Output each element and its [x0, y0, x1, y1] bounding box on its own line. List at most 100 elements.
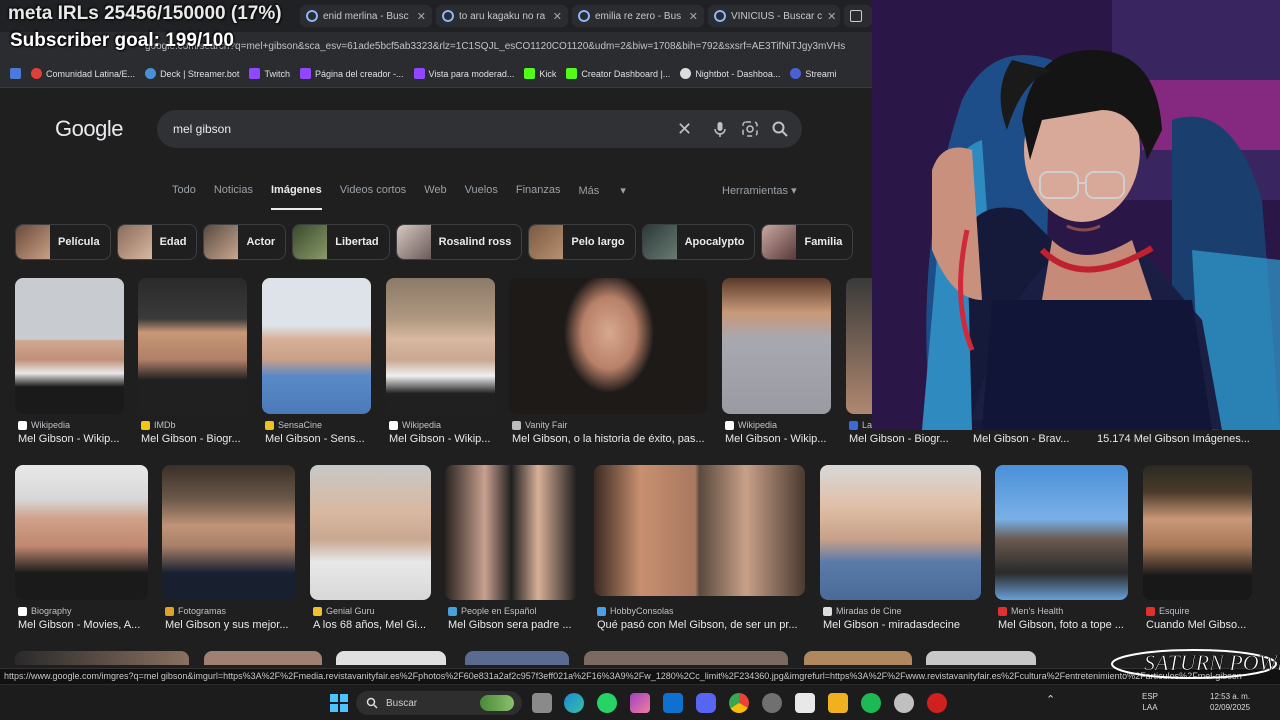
tab-finanzas[interactable]: Finanzas — [516, 184, 561, 210]
result-title[interactable]: Cuando Mel Gibso... — [1146, 619, 1256, 631]
edge-icon[interactable] — [564, 693, 584, 713]
result-title[interactable]: Mel Gibson, o la historia de éxito, pas.… — [512, 433, 712, 445]
tab-videos-cortos[interactable]: Videos cortos — [340, 184, 406, 210]
bookmarks-menu-icon[interactable] — [10, 68, 21, 79]
image-result[interactable]: Biography Mel Gibson - Movies, A... — [15, 465, 149, 635]
result-thumbnail[interactable] — [15, 651, 189, 665]
outlook-icon[interactable] — [663, 693, 683, 713]
google-logo[interactable]: Google — [55, 116, 123, 142]
tab-vuelos[interactable]: Vuelos — [465, 184, 498, 210]
image-result[interactable]: Wikipedia Mel Gibson - Wikip... — [722, 278, 832, 448]
result-thumbnail[interactable] — [804, 651, 912, 665]
result-title[interactable]: Mel Gibson, foto a tope ... — [998, 619, 1132, 631]
tab-web[interactable]: Web — [424, 184, 446, 210]
result-title[interactable]: Mel Gibson - Wikip... — [18, 433, 128, 445]
microphone-icon[interactable] — [711, 120, 729, 138]
image-result[interactable]: Genial Guru A los 68 años, Mel Gi... — [310, 465, 432, 635]
browser-tab[interactable]: VINICIUS - Buscar c ✕ — [708, 5, 840, 27]
chip[interactable]: Apocalypto — [641, 224, 756, 260]
discord-icon[interactable] — [696, 693, 716, 713]
result-thumbnail[interactable] — [926, 651, 1036, 665]
file-explorer-icon[interactable] — [828, 693, 848, 713]
result-title[interactable]: Mel Gibson - Biogr... — [849, 433, 949, 445]
result-thumbnail[interactable] — [15, 465, 148, 600]
close-icon[interactable]: ✕ — [553, 10, 562, 23]
image-result[interactable]: Men's Health Mel Gibson, foto a tope ... — [995, 465, 1129, 635]
result-thumbnail[interactable] — [336, 651, 446, 665]
result-title[interactable]: Mel Gibson - Wikip... — [389, 433, 499, 445]
result-title[interactable]: Mel Gibson - Movies, A... — [18, 619, 152, 631]
taskbar-search[interactable]: Buscar — [356, 691, 522, 715]
result-title[interactable]: Mel Gibson - Brav... — [973, 433, 1069, 445]
spotify-icon[interactable] — [861, 693, 881, 713]
bookmark-item[interactable]: Kick — [524, 68, 556, 79]
tab-todo[interactable]: Todo — [172, 184, 196, 210]
bookmark-item[interactable]: Twitch — [249, 68, 290, 79]
search-input[interactable]: mel gibson — [173, 122, 231, 136]
image-result[interactable]: La — [846, 278, 872, 448]
input-language[interactable]: ESP LAA — [1142, 691, 1158, 713]
chip[interactable]: Actor — [203, 224, 287, 260]
result-thumbnail[interactable] — [584, 651, 788, 665]
tray-chevron-icon[interactable]: ⌃ — [1046, 695, 1055, 706]
image-result[interactable]: Fotogramas Mel Gibson y sus mejor... — [162, 465, 296, 635]
result-title[interactable]: Mel Gibson y sus mejor... — [165, 619, 299, 631]
result-thumbnail[interactable] — [15, 278, 124, 414]
result-thumbnail[interactable] — [310, 465, 431, 600]
bookmark-item[interactable]: Vista para moderad... — [413, 68, 514, 79]
tab-mas[interactable]: Más ▾ — [578, 184, 625, 210]
browser-tab[interactable]: to aru kagaku no ra ✕ — [436, 5, 568, 27]
recording-app-icon[interactable] — [927, 693, 947, 713]
search-box[interactable]: mel gibson ✕ — [157, 110, 802, 148]
chip[interactable]: Película — [15, 224, 111, 260]
close-icon[interactable]: ✕ — [417, 10, 426, 23]
tab-noticias[interactable]: Noticias — [214, 184, 253, 210]
result-title[interactable]: Mel Gibson - Wikip... — [725, 433, 835, 445]
bookmark-item[interactable]: Página del creador -... — [299, 68, 404, 79]
result-thumbnail[interactable] — [722, 278, 831, 414]
result-title[interactable]: Mel Gibson - miradasdecine — [823, 619, 985, 631]
bookmark-item[interactable]: Deck | Streamer.bot — [145, 68, 239, 79]
task-view-icon[interactable] — [532, 693, 552, 713]
bookmark-item[interactable]: Nightbot - Dashboa... — [680, 68, 780, 79]
result-title[interactable]: A los 68 años, Mel Gi... — [313, 619, 435, 631]
result-thumbnail[interactable] — [465, 651, 569, 665]
app-icon[interactable] — [630, 693, 650, 713]
result-thumbnail[interactable] — [138, 278, 247, 414]
close-icon[interactable]: ✕ — [827, 10, 836, 23]
result-thumbnail[interactable] — [162, 465, 295, 600]
result-title[interactable]: Mel Gibson - Sens... — [265, 433, 375, 445]
url-text[interactable]: google.com/search?q=mel+gibson&sca_esv=6… — [145, 41, 871, 52]
close-icon[interactable]: ✕ — [689, 10, 698, 23]
image-result[interactable]: Wikipedia Mel Gibson - Wikip... — [15, 278, 125, 448]
bookmark-item[interactable]: Streami — [790, 68, 836, 79]
chip[interactable]: Libertad — [292, 224, 390, 260]
chip[interactable]: Pelo largo — [528, 224, 636, 260]
image-result[interactable]: Miradas de Cine Mel Gibson - miradasdeci… — [820, 465, 982, 635]
bookmark-item[interactable]: Comunidad Latina/E... — [31, 68, 135, 79]
chip[interactable]: Familia — [761, 224, 854, 260]
capcut-icon[interactable] — [795, 693, 815, 713]
result-thumbnail[interactable] — [995, 465, 1128, 600]
clock[interactable]: 12:53 a. m. 02/09/2025 — [1210, 691, 1250, 713]
image-result[interactable]: Vanity Fair Mel Gibson, o la historia de… — [509, 278, 709, 448]
result-title[interactable]: 15.174 Mel Gibson Imágenes... — [1097, 433, 1250, 445]
image-result[interactable]: Wikipedia Mel Gibson - Wikip... — [386, 278, 496, 448]
result-thumbnail[interactable] — [594, 465, 805, 596]
result-thumbnail[interactable] — [386, 278, 495, 414]
image-result[interactable]: IMDb Mel Gibson - Biogr... — [138, 278, 248, 448]
clear-icon[interactable]: ✕ — [677, 119, 692, 140]
result-thumbnail[interactable] — [820, 465, 981, 600]
result-thumbnail[interactable] — [509, 278, 707, 414]
windows-start-icon[interactable] — [330, 694, 348, 712]
browser-tab[interactable]: emilia re zero - Bus ✕ — [572, 5, 704, 27]
chip[interactable]: Rosalind ross — [395, 224, 523, 260]
settings-icon[interactable] — [894, 693, 914, 713]
result-title[interactable]: Qué pasó con Mel Gibson, de ser un pr... — [597, 619, 809, 631]
chip[interactable]: Edad — [116, 224, 198, 260]
search-icon[interactable] — [771, 120, 789, 138]
result-thumbnail[interactable] — [445, 465, 578, 600]
result-thumbnail[interactable] — [1143, 465, 1252, 600]
browser-tab[interactable]: enid merlina - Busc ✕ — [300, 5, 432, 27]
result-thumbnail[interactable] — [846, 278, 872, 414]
